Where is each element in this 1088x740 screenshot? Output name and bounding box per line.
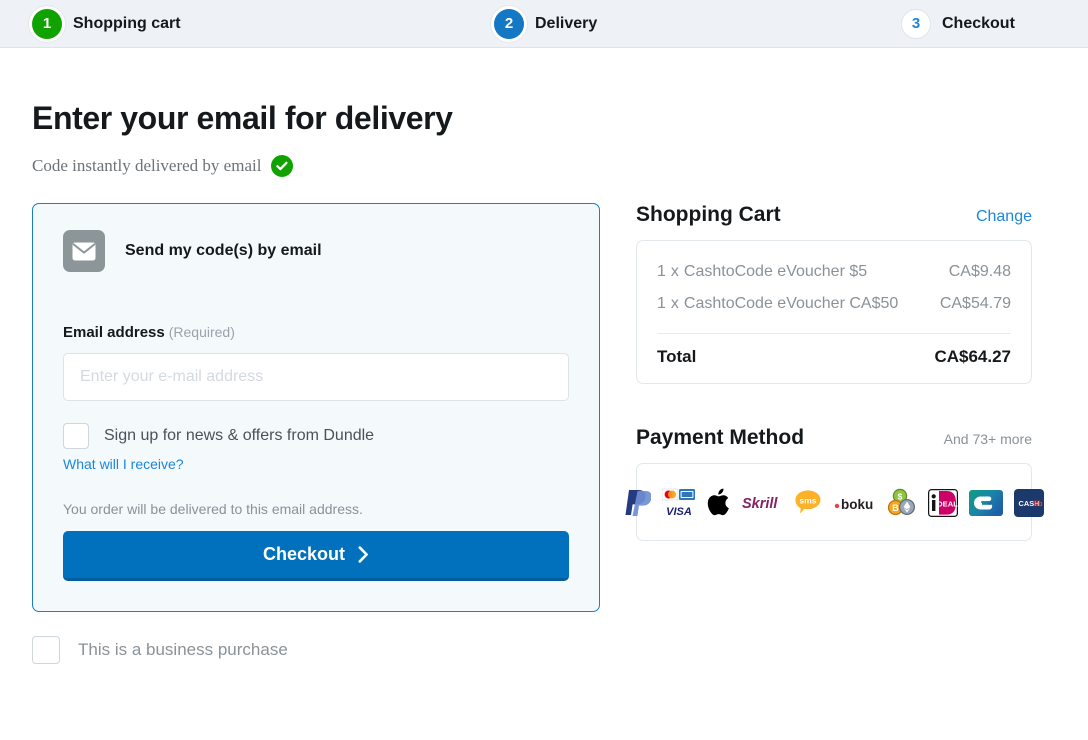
step-3-label: Checkout bbox=[942, 14, 1015, 32]
email-input[interactable] bbox=[63, 353, 569, 401]
delivery-promise-text: Code instantly delivered by email bbox=[32, 156, 262, 175]
payment-methods-panel: VISA Skrill sms boku $ B DEAL CASH lib bbox=[625, 462, 1044, 541]
apple-pay-icon bbox=[707, 488, 729, 516]
cart-line-item: 1 x CashtoCode eVoucher CA$50 CA$54.79 bbox=[657, 291, 1011, 317]
check-circle-icon bbox=[271, 155, 294, 177]
cart-total-label: Total bbox=[657, 346, 697, 366]
checkout-columns: Send my code(s) by email Email address (R… bbox=[32, 203, 1056, 664]
email-field-label: Email address (Required) bbox=[63, 324, 569, 341]
checkout-stepper: 1 Shopping cart 2 Delivery 3 Checkout bbox=[0, 0, 1088, 48]
delivery-note: You order will be delivered to this emai… bbox=[63, 501, 363, 517]
step-1-badge: 1 bbox=[32, 8, 62, 39]
svg-text:Skrill: Skrill bbox=[742, 496, 778, 512]
cart-item-mult: x bbox=[670, 294, 679, 312]
payment-more-label: And 73+ more bbox=[943, 430, 1032, 447]
step-2-badge: 2 bbox=[494, 8, 524, 39]
payment-icons-row: VISA Skrill sms boku $ B DEAL CASH lib bbox=[625, 482, 1044, 524]
cart-item-qty: 1 bbox=[657, 263, 666, 280]
cart-divider bbox=[657, 332, 1011, 334]
delivery-method-label: Send my code(s) by email bbox=[125, 242, 322, 259]
svg-text:VISA: VISA bbox=[666, 506, 692, 518]
cart-item-qty: 1 bbox=[657, 294, 666, 312]
chevron-right-icon bbox=[358, 546, 368, 563]
payment-title: Payment Method bbox=[636, 425, 805, 449]
sms-icon: sms bbox=[795, 490, 820, 514]
cart-panel: 1 x CashtoCode eVoucher $5 CA$9.48 1 x Casht… bbox=[636, 240, 1032, 384]
checkout-button[interactable]: Checkout bbox=[63, 531, 569, 581]
cart-item-mult: x bbox=[670, 263, 679, 280]
cart-item-description: 1 x CashtoCode eVoucher $5 bbox=[657, 259, 935, 285]
newsletter-checkbox[interactable] bbox=[63, 423, 89, 449]
business-purchase-checkbox[interactable] bbox=[32, 636, 60, 664]
crypto-icon: $ B bbox=[887, 488, 915, 515]
payment-panel-header: Payment Method And 73+ more bbox=[636, 426, 1032, 450]
step-shopping-cart[interactable]: 1 Shopping cart bbox=[32, 8, 181, 39]
svg-text:DEAL: DEAL bbox=[937, 499, 958, 508]
cart-total-value: CA$64.27 bbox=[934, 346, 1011, 366]
cb-icon bbox=[968, 489, 1003, 516]
cart-item-price: CA$9.48 bbox=[948, 263, 1011, 280]
email-required-note: (Required) bbox=[168, 324, 235, 340]
page-title: Enter your email for delivery bbox=[32, 100, 453, 136]
skrill-icon: Skrill bbox=[742, 496, 778, 512]
svg-text:boku: boku bbox=[841, 497, 873, 511]
cart-item-name: CashtoCode eVoucher $5 bbox=[683, 263, 868, 280]
step-2-label: Delivery bbox=[535, 14, 598, 32]
checkout-button-label: Checkout bbox=[262, 544, 345, 564]
mastercard-amex-visa-icon: VISA bbox=[661, 488, 695, 518]
cart-title: Shopping Cart bbox=[636, 203, 781, 226]
business-purchase-row[interactable]: This is a business purchase bbox=[32, 636, 600, 664]
cashlib-icon: CASH lib bbox=[1013, 488, 1044, 517]
ideal-icon: DEAL bbox=[927, 488, 958, 517]
newsletter-optin-row[interactable]: Sign up for news & offers from Dundle bbox=[63, 423, 569, 449]
delivery-method-row: Send my code(s) by email bbox=[63, 230, 569, 272]
newsletter-label: Sign up for news & offers from Dundle bbox=[104, 427, 375, 444]
envelope-icon bbox=[63, 230, 105, 272]
email-label-text: Email address bbox=[63, 324, 165, 341]
cart-item-price: CA$54.79 bbox=[939, 294, 1011, 312]
svg-text:lib: lib bbox=[1033, 499, 1042, 508]
step-3-badge: 3 bbox=[901, 8, 931, 39]
step-checkout[interactable]: 3 Checkout bbox=[901, 8, 1015, 39]
delivery-column: Send my code(s) by email Email address (R… bbox=[32, 203, 600, 664]
delivery-promise: Code instantly delivered by email bbox=[32, 155, 1056, 177]
business-purchase-label: This is a business purchase bbox=[78, 640, 288, 659]
what-will-i-receive-link[interactable]: What will I receive? bbox=[63, 456, 184, 472]
cart-total-row: Total CA$64.27 bbox=[657, 347, 1011, 367]
email-delivery-card: Send my code(s) by email Email address (R… bbox=[32, 203, 600, 612]
svg-text:B: B bbox=[892, 503, 899, 513]
cart-change-link[interactable]: Change bbox=[976, 208, 1032, 226]
page-body: Enter your email for delivery Code insta… bbox=[0, 48, 1088, 664]
cart-item-description: 1 x CashtoCode eVoucher CA$50 bbox=[657, 291, 926, 317]
step-delivery[interactable]: 2 Delivery bbox=[494, 8, 598, 39]
boku-icon: boku bbox=[834, 497, 873, 511]
paypal-icon bbox=[625, 489, 651, 516]
step-1-label: Shopping cart bbox=[73, 14, 181, 32]
cart-item-name: CashtoCode eVoucher CA$50 bbox=[683, 294, 899, 312]
cart-panel-header: Shopping Cart Change bbox=[636, 203, 1032, 227]
summary-column: Shopping Cart Change 1 x CashtoCode eVouch… bbox=[625, 203, 1044, 541]
svg-text:sms: sms bbox=[799, 495, 816, 505]
svg-text:$: $ bbox=[897, 491, 902, 501]
cart-line-item: 1 x CashtoCode eVoucher $5 CA$9.48 bbox=[657, 259, 1011, 285]
